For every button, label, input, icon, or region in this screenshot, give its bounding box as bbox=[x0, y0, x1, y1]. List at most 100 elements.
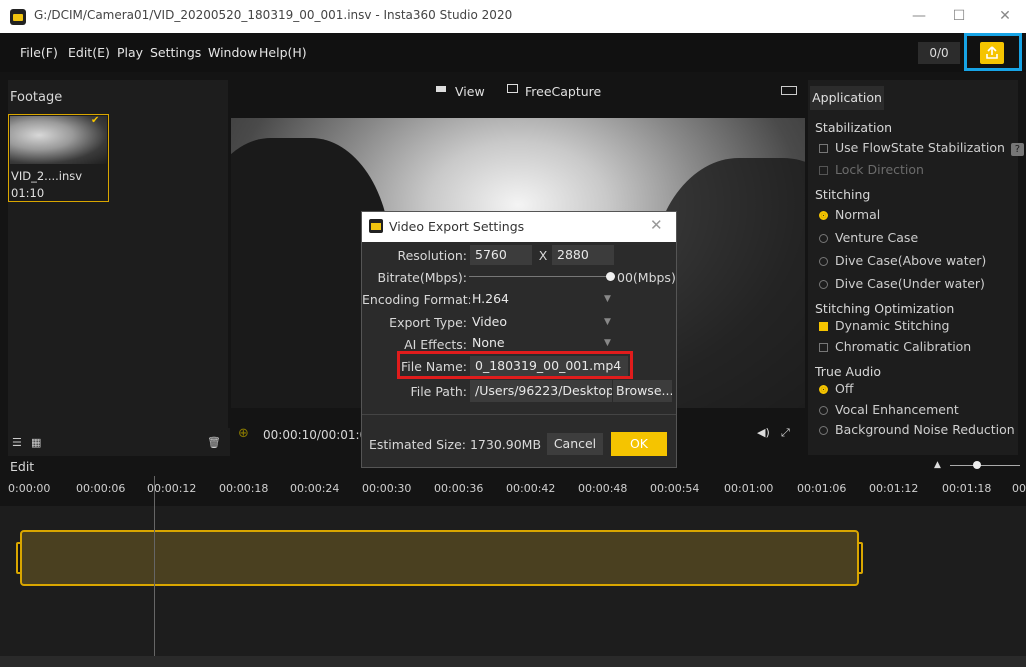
stitching-normal-radio[interactable]: Normal bbox=[819, 207, 880, 222]
ruler-tick: 00:01:00 bbox=[724, 482, 774, 495]
dialog-divider bbox=[362, 414, 676, 415]
clip-right-handle[interactable] bbox=[857, 542, 863, 574]
ruler-tick: 00:00:42 bbox=[506, 482, 556, 495]
audio-vocal-radio[interactable]: Vocal Enhancement bbox=[819, 402, 959, 417]
aspect-ratio-icon[interactable] bbox=[781, 86, 797, 95]
ruler-tick: 0:00:00 bbox=[8, 482, 51, 495]
playhead[interactable] bbox=[154, 476, 155, 656]
radio-label: Dive Case(Above water) bbox=[835, 253, 987, 268]
selected-check-icon: ✔ bbox=[91, 115, 100, 126]
menu-window[interactable]: Window bbox=[208, 45, 257, 60]
menu-file[interactable]: File(F) bbox=[20, 45, 58, 60]
view-tab[interactable]: View bbox=[455, 84, 485, 99]
timecode: 00:00:10/00:01:0 bbox=[263, 428, 368, 442]
chevron-down-icon: ▼ bbox=[604, 294, 611, 304]
delete-icon[interactable]: 🗑 bbox=[207, 436, 221, 449]
clip-duration: 01:10 bbox=[11, 186, 45, 200]
stitching-venture-radio[interactable]: Venture Case bbox=[819, 230, 918, 245]
radio-label: Off bbox=[835, 381, 854, 396]
resolution-width-input[interactable]: 5760 bbox=[470, 245, 532, 265]
freecapture-tab[interactable]: FreeCapture bbox=[525, 84, 601, 99]
status-strip bbox=[0, 656, 1026, 667]
ruler-tick: 00:00:36 bbox=[434, 482, 484, 495]
checkbox-label: Chromatic Calibration bbox=[835, 339, 972, 354]
radio-icon bbox=[819, 426, 828, 435]
export-type-value: Video bbox=[472, 314, 508, 329]
bitrate-label: Bitrate(Mbps): bbox=[377, 270, 467, 285]
stitching-title: Stitching bbox=[815, 187, 871, 202]
checkbox-icon bbox=[819, 343, 828, 352]
stitching-dive-above-radio[interactable]: Dive Case(Above water) bbox=[819, 253, 986, 268]
bitrate-slider-knob[interactable] bbox=[606, 272, 615, 281]
radio-selected-icon bbox=[819, 385, 828, 394]
checkbox-icon bbox=[819, 144, 828, 153]
timeline-clip[interactable] bbox=[20, 530, 859, 586]
encoding-format-select[interactable]: H.264 ▼ bbox=[470, 289, 616, 309]
freecapture-icon bbox=[507, 84, 518, 93]
zoom-slider-knob[interactable] bbox=[973, 461, 981, 469]
radio-selected-icon bbox=[819, 211, 828, 220]
stitching-optimization-title: Stitching Optimization bbox=[815, 301, 955, 316]
browse-button[interactable]: Browse... bbox=[613, 380, 672, 402]
ruler-tick: 00 bbox=[1012, 482, 1026, 495]
footage-title: Footage bbox=[10, 90, 63, 105]
radio-icon bbox=[819, 234, 828, 243]
volume-icon[interactable]: ◀) bbox=[757, 426, 770, 439]
radio-label: Dive Case(Under water) bbox=[835, 276, 985, 291]
dynamic-stitching-checkbox[interactable]: Dynamic Stitching bbox=[819, 318, 949, 333]
audio-noise-reduction-radio[interactable]: Background Noise Reduction bbox=[819, 422, 1015, 437]
radio-label: Venture Case bbox=[835, 230, 919, 245]
encoding-format-value: H.264 bbox=[472, 291, 510, 306]
export-button[interactable] bbox=[980, 42, 1004, 64]
lock-direction-checkbox[interactable]: Lock Direction bbox=[819, 162, 924, 177]
cancel-button[interactable]: Cancel bbox=[547, 433, 603, 455]
menu-help[interactable]: Help(H) bbox=[259, 45, 307, 60]
file-path-input[interactable]: /Users/96223/Desktop bbox=[470, 380, 612, 402]
preview-toolbar bbox=[231, 80, 805, 118]
ok-button[interactable]: OK bbox=[611, 432, 667, 456]
export-type-select[interactable]: Video ▼ bbox=[470, 312, 616, 332]
export-type-label: Export Type: bbox=[389, 315, 467, 330]
audio-off-radio[interactable]: Off bbox=[819, 381, 853, 396]
view-icon bbox=[436, 86, 446, 92]
ruler-tick: 00:01:18 bbox=[942, 482, 992, 495]
checkbox-label: Dynamic Stitching bbox=[835, 318, 950, 333]
list-view-icon[interactable]: ☰ bbox=[12, 436, 22, 449]
ruler-tick: 00:00:24 bbox=[290, 482, 340, 495]
clip-left-handle[interactable] bbox=[16, 542, 22, 574]
target-icon[interactable]: ⊕ bbox=[238, 426, 249, 441]
zoom-out-icon[interactable]: ▲ bbox=[934, 460, 941, 470]
flowstate-label: Use FlowState Stabilization bbox=[835, 140, 1005, 155]
edit-title: Edit bbox=[10, 459, 35, 474]
ruler-tick: 00:00:54 bbox=[650, 482, 700, 495]
ai-effects-select[interactable]: None ▼ bbox=[470, 334, 616, 352]
file-path-label: File Path: bbox=[410, 384, 467, 399]
chromatic-calibration-checkbox[interactable]: Chromatic Calibration bbox=[819, 339, 971, 354]
encoding-format-label: Encoding Format: bbox=[362, 292, 472, 307]
lock-direction-label: Lock Direction bbox=[835, 162, 924, 177]
help-icon[interactable]: ? bbox=[1010, 143, 1024, 156]
resolution-x-label: X bbox=[538, 248, 548, 263]
resolution-height-input[interactable]: 2880 bbox=[552, 245, 614, 265]
radio-icon bbox=[819, 406, 828, 415]
minimize-button[interactable]: — bbox=[904, 6, 934, 26]
app-logo-icon bbox=[10, 9, 26, 25]
menu-settings[interactable]: Settings bbox=[150, 45, 201, 60]
zoom-slider[interactable] bbox=[950, 465, 1020, 466]
fullscreen-icon[interactable]: ⤢ bbox=[781, 426, 790, 440]
clip-name: VID_2....insv bbox=[11, 169, 83, 183]
stitching-dive-under-radio[interactable]: Dive Case(Under water) bbox=[819, 276, 985, 291]
ruler-tick: 00:01:06 bbox=[797, 482, 847, 495]
flowstate-checkbox[interactable]: Use FlowState Stabilization? bbox=[819, 140, 1024, 156]
menu-play[interactable]: Play bbox=[117, 45, 143, 60]
ruler-tick: 00:00:30 bbox=[362, 482, 412, 495]
close-window-button[interactable]: ✕ bbox=[990, 6, 1020, 26]
estimated-size: Estimated Size: 1730.90MB bbox=[369, 437, 542, 452]
bitrate-slider[interactable] bbox=[469, 276, 611, 277]
dialog-close-icon[interactable]: ✕ bbox=[650, 216, 663, 234]
maximize-button[interactable]: ☐ bbox=[944, 6, 974, 26]
grid-view-icon[interactable]: ▦ bbox=[31, 436, 41, 449]
tab-application[interactable]: Application bbox=[810, 86, 884, 110]
chevron-down-icon: ▼ bbox=[604, 317, 611, 327]
menu-edit[interactable]: Edit(E) bbox=[68, 45, 110, 60]
